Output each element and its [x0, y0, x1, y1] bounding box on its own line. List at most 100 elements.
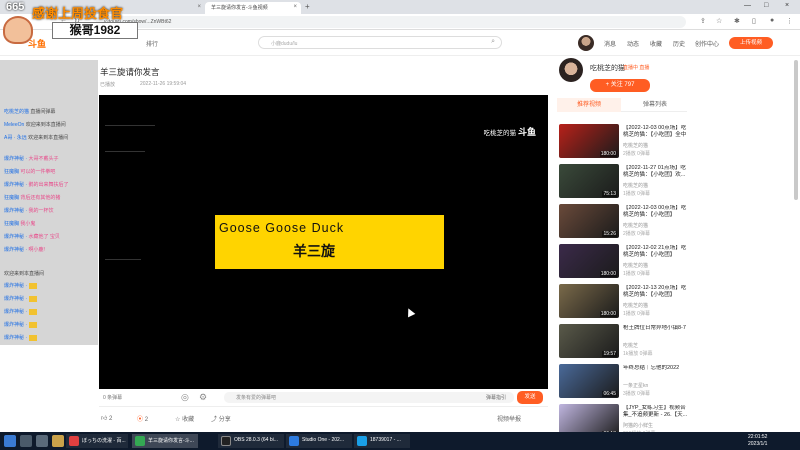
- chat-row: 爆炸神秘 ·: [4, 334, 38, 341]
- like-button[interactable]: 👍︎ 2: [101, 414, 112, 422]
- send-button[interactable]: 发送: [517, 391, 543, 404]
- star-icon[interactable]: ☆: [716, 17, 722, 25]
- search-icon[interactable]: [20, 435, 32, 447]
- system-clock[interactable]: 22:01:52 2023/1/1: [748, 434, 767, 448]
- tab-title: 羊三旋请你发言-斗鱼视频: [211, 5, 268, 11]
- folder-icon[interactable]: [52, 435, 64, 447]
- gift-icon: [29, 282, 38, 289]
- browser-tab-active[interactable]: 羊三旋请你发言-斗鱼视频 ×: [205, 2, 301, 14]
- chat-user: 爆炸神秘 ·: [4, 309, 28, 315]
- video-thumbnail[interactable]: 180:00: [559, 284, 619, 318]
- recommendation-item[interactable]: 15:26 【2022-12-03 00点场】吃桃芝的猫：【小吃团】 吃桃芝的猫 2播…: [559, 204, 687, 240]
- report-link[interactable]: 视频举报: [497, 414, 521, 423]
- collect-button[interactable]: ☆ 收藏: [175, 414, 194, 423]
- new-tab-icon[interactable]: +: [305, 2, 310, 11]
- recommendation-item[interactable]: 180:00 【2022-12-03 00点场】吃桃芝的猫：【小吃团】全中吃桃芝的…: [559, 124, 687, 160]
- taskbar-label: OBS 28.0.3 (64 bi...: [234, 437, 278, 443]
- divider: [105, 125, 155, 126]
- danmu-settings-icon[interactable]: ⚙: [199, 392, 207, 403]
- recommendation-uploader[interactable]: 吃桃芝: [623, 342, 638, 349]
- recommendation-item[interactable]: 180:00 【2022-12-13 20点场】吃桃芝的猫：【小吃团】 吃桃芝的猫 1…: [559, 284, 687, 320]
- video-player[interactable]: 吃桃芝的猫 斗鱼 Goose Goose Duck 羊三旋: [99, 95, 548, 389]
- header-link-feed[interactable]: 动态: [627, 39, 639, 48]
- uploader-links[interactable]: 直播中 直播: [623, 64, 649, 71]
- extensions-icon[interactable]: ✱: [734, 17, 740, 25]
- video-thumbnail[interactable]: 15:26: [559, 204, 619, 238]
- recommendation-stats: 3播放 0弹幕: [623, 391, 650, 397]
- recommendation-uploader[interactable]: 吃桃芝的猫: [623, 302, 648, 309]
- search-input[interactable]: 小鹿dudu/lu ⌕: [258, 36, 502, 49]
- title-card-sub: 羊三旋: [293, 243, 335, 259]
- close-icon[interactable]: ×: [197, 4, 201, 10]
- maximize-icon[interactable]: □: [764, 2, 768, 9]
- taskbar-label: 18739017 - ...: [370, 437, 401, 443]
- taskbar-item-qq[interactable]: 18739017 - ...: [354, 434, 410, 448]
- video-thumbnail[interactable]: 06:45: [559, 364, 619, 398]
- recommendation-uploader[interactable]: 一条正星kn: [623, 382, 648, 389]
- recommendation-title[interactable]: 【2022-12-03 00点场】吃桃芝的猫：【小吃团】全中: [623, 125, 689, 139]
- sidebar-icon[interactable]: ▯: [752, 17, 756, 25]
- recommendation-item[interactable]: 19:57 枪王牌位日常异地小镇8-7 吃桃芝 1k播放 0弹幕: [559, 324, 687, 360]
- tab-recommended[interactable]: 推荐视频: [557, 98, 621, 112]
- recommendation-title[interactable]: 枪王牌位日常异地小镇8-7: [623, 325, 689, 332]
- header-link-creator[interactable]: 创作中心: [695, 39, 719, 48]
- menu-icon[interactable]: ⋮: [786, 17, 793, 25]
- page-scrollbar[interactable]: [794, 60, 798, 200]
- chat-row: 狂魔胸 可以的一件拳吧: [4, 168, 55, 175]
- send-label: 发送: [524, 394, 536, 400]
- recommendation-uploader[interactable]: 阿猫的小鲜生: [623, 422, 653, 429]
- start-icon[interactable]: [4, 435, 16, 447]
- recommendation-title[interactable]: 【2022-12-03 00点场】吃桃芝的猫：【小吃团】: [623, 205, 689, 219]
- user-avatar[interactable]: [578, 35, 594, 51]
- video-duration: 180:00: [599, 151, 617, 157]
- chat-text: 欢迎来到本直播间: [28, 135, 69, 141]
- nav-item-rank[interactable]: 排行: [146, 39, 158, 48]
- recommendation-title[interactable]: 【2022-12-13 20点场】吃桃芝的猫：【小吃团】: [623, 285, 689, 299]
- recommendation-title[interactable]: 【2022-12-02 21点场】吃桃芝的猫：【小吃团】: [623, 245, 689, 259]
- coin-button[interactable]: ⦿ 2: [137, 414, 148, 423]
- uploader-avatar[interactable]: [559, 58, 583, 82]
- recommendation-uploader[interactable]: 吃桃芝的猫: [623, 142, 648, 149]
- recommendation-stats: 1播放 0弹幕: [623, 271, 650, 277]
- chat-user: 爆炸神秘 ·: [4, 322, 28, 328]
- recommendation-item[interactable]: 180:00 【2022-12-02 21点场】吃桃芝的猫：【小吃团】吃桃芝的猫 1…: [559, 244, 687, 280]
- window-close-icon[interactable]: ×: [785, 2, 789, 9]
- video-thumbnail[interactable]: 75:13: [559, 164, 619, 198]
- profile-icon[interactable]: ●: [770, 17, 774, 24]
- danmu-toggle-icon[interactable]: ◎: [181, 392, 189, 403]
- upload-button[interactable]: 上传视频: [729, 37, 773, 49]
- recommendation-item[interactable]: 06:45 年终总结｜忘他的2022 一条正星kn 3播放 0弹幕: [559, 364, 687, 400]
- steam-icon[interactable]: [36, 435, 48, 447]
- recommendation-item[interactable]: 75:13 【2022-11-27 01点场】吃桃芝的猫：【小吃团】欢... 吃桃芝…: [559, 164, 687, 200]
- recommendation-title[interactable]: 【JYP_女练习生】视频合集_不追频更新 - 26.【天...: [623, 405, 689, 419]
- recommendation-title[interactable]: 年终总结｜忘他的2022: [623, 365, 689, 372]
- share-icon[interactable]: ⇪: [700, 17, 706, 25]
- header-link-favorites[interactable]: 收藏: [650, 39, 662, 48]
- video-thumbnail[interactable]: 180:00: [559, 124, 619, 158]
- taskbar-item-browser[interactable]: 羊三旋请你发言-斗...: [132, 434, 198, 448]
- share-button[interactable]: ⤴ 分享: [211, 414, 231, 423]
- video-thumbnail[interactable]: 19:57: [559, 324, 619, 358]
- tab-danmu-list[interactable]: 弹幕列表: [623, 98, 687, 112]
- header-link-messages[interactable]: 消息: [604, 39, 616, 48]
- taskbar-item-music[interactable]: ぼっちの洗濯 - 百...: [66, 434, 128, 448]
- url-field[interactable]: v.douyu.com/show/...ZnWBt62: [96, 16, 686, 28]
- danmu-input[interactable]: 发条有爱的弹幕吧 弹幕指引: [224, 392, 514, 403]
- danmu-guide-link[interactable]: 弹幕指引: [486, 394, 506, 401]
- recommendation-uploader[interactable]: 吃桃芝的猫: [623, 222, 648, 229]
- recommendation-uploader[interactable]: 吃桃芝的猫: [623, 262, 648, 269]
- taskbar-item-studio[interactable]: Studio One - 202...: [286, 434, 352, 448]
- follow-button[interactable]: + 关注 797: [590, 79, 650, 92]
- header-link-history[interactable]: 历史: [673, 39, 685, 48]
- close-icon[interactable]: ×: [293, 4, 297, 10]
- taskbar-item-obs[interactable]: OBS 28.0.3 (64 bi...: [218, 434, 284, 448]
- recommendation-title[interactable]: 【2022-11-27 01点场】吃桃芝的猫：【小吃团】欢...: [623, 165, 689, 179]
- chat-row: 爆炸神秘 · 啊小鹿!: [4, 246, 45, 253]
- gift-icon: [29, 321, 38, 328]
- chat-user: MeleeOn: [4, 122, 25, 128]
- uploader-name[interactable]: 吃桃芝的猫: [590, 63, 625, 73]
- search-icon[interactable]: ⌕: [491, 38, 495, 46]
- minimize-icon[interactable]: —: [744, 2, 751, 9]
- video-thumbnail[interactable]: 180:00: [559, 244, 619, 278]
- recommendation-uploader[interactable]: 吃桃芝的猫: [623, 182, 648, 189]
